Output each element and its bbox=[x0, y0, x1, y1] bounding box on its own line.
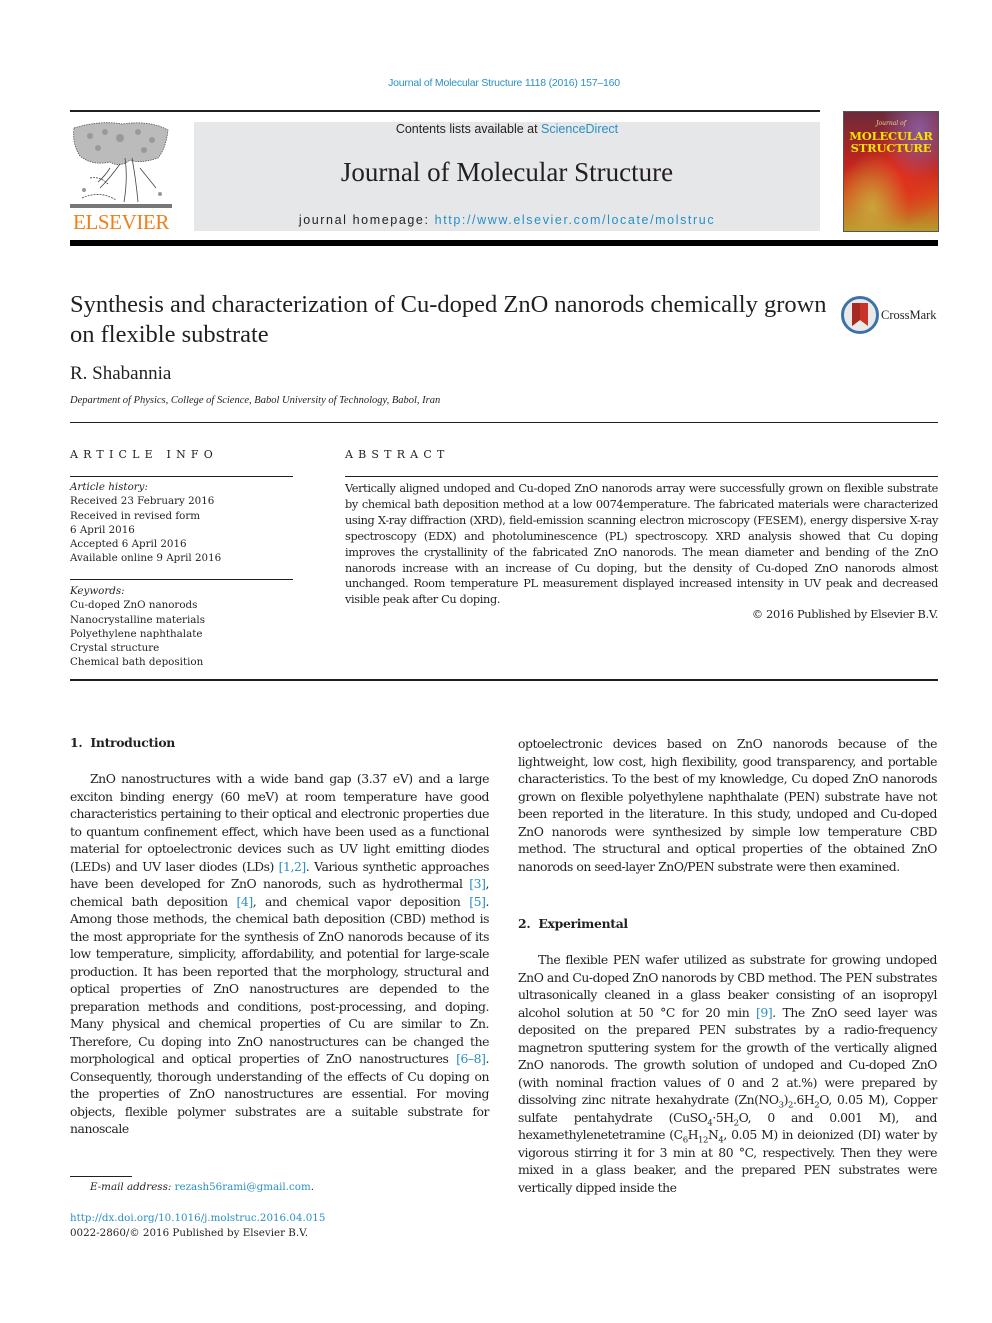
masthead-rule bbox=[70, 240, 938, 246]
footnote-email: E-mail address: rezash56rami@gmail.com. bbox=[90, 1180, 314, 1194]
author-affiliation: Department of Physics, College of Scienc… bbox=[70, 395, 441, 406]
divider bbox=[345, 476, 938, 477]
keyword-item: Cu-doped ZnO nanorods bbox=[70, 599, 198, 612]
contents-prefix: Contents lists available at bbox=[395, 122, 542, 136]
footnote-rule bbox=[70, 1176, 132, 1177]
keyword-item: Nanocrystalline materials bbox=[70, 613, 205, 626]
introduction-paragraph: ZnO nanostructures with a wide band gap … bbox=[70, 770, 489, 1138]
cover-pretitle: Journal of bbox=[876, 120, 906, 127]
section-heading-introduction: 1. Introduction bbox=[70, 735, 176, 750]
citation-link[interactable]: [1,2] bbox=[279, 859, 307, 874]
article-info-heading: ARTICLE INFO bbox=[70, 448, 218, 461]
citation-link[interactable]: [3] bbox=[469, 876, 486, 891]
contents-availability: Contents lists available at ScienceDirec… bbox=[194, 122, 820, 136]
text-run: ·5H bbox=[712, 1109, 734, 1125]
divider bbox=[70, 679, 938, 681]
running-head-citation[interactable]: Journal of Molecular Structure 1118 (201… bbox=[0, 77, 992, 89]
history-item: Available online 9 April 2016 bbox=[70, 552, 222, 565]
homepage-label: journal homepage: bbox=[298, 213, 435, 227]
article-title: Synthesis and characterization of Cu-dop… bbox=[70, 291, 827, 348]
introduction-continuation: optoelectronic devices based on ZnO nano… bbox=[518, 735, 937, 875]
divider bbox=[70, 476, 293, 477]
journal-masthead: Contents lists available at ScienceDirec… bbox=[194, 122, 820, 231]
history-label: Article history: bbox=[70, 481, 148, 493]
text-run: N bbox=[707, 1127, 719, 1142]
text-run: . Among those methods, the chemical bath… bbox=[70, 893, 489, 1067]
text-run: optoelectronic devices based on ZnO nano… bbox=[518, 736, 937, 874]
keyword-item: Crystal structure bbox=[70, 642, 160, 655]
keywords: Keywords: Cu-doped ZnO nanorods Nanocrys… bbox=[70, 584, 205, 670]
email-label: E-mail address: bbox=[90, 1181, 175, 1193]
crossmark-label: CrossMark bbox=[881, 308, 937, 322]
email-link[interactable]: rezash56rami@gmail.com bbox=[175, 1181, 311, 1193]
abstract-heading: ABSTRACT bbox=[345, 448, 450, 461]
author-name: R. Shabannia bbox=[70, 363, 172, 384]
divider bbox=[70, 579, 293, 580]
keywords-label: Keywords: bbox=[70, 585, 125, 597]
journal-cover-image[interactable]: Journal of MOLECULAR STRUCTURE bbox=[843, 111, 939, 232]
keyword-item: Polyethylene naphthalate bbox=[70, 627, 203, 640]
homepage-link[interactable]: http://www.elsevier.com/locate/molstruc bbox=[435, 213, 716, 227]
doi-link[interactable]: http://dx.doi.org/10.1016/j.molstruc.201… bbox=[70, 1211, 325, 1225]
experimental-paragraph: The flexible PEN wafer utilized as subst… bbox=[518, 951, 937, 1196]
abstract-text: Vertically aligned undoped and Cu-doped … bbox=[345, 482, 938, 607]
abstract-copyright: © 2016 Published by Elsevier B.V. bbox=[751, 608, 938, 621]
citation-link[interactable]: [6–8] bbox=[456, 1051, 486, 1066]
crossmark-icon bbox=[841, 296, 879, 334]
citation-link[interactable]: [4] bbox=[237, 894, 254, 909]
crossmark-badge[interactable]: CrossMark bbox=[841, 296, 941, 336]
sciencedirect-link[interactable]: ScienceDirect bbox=[541, 122, 618, 136]
divider bbox=[70, 422, 938, 423]
text-run: , and chemical vapor deposition bbox=[252, 893, 470, 909]
elsevier-tree-icon bbox=[70, 122, 172, 208]
history-item: Received 23 February 2016 bbox=[70, 495, 215, 508]
email-suffix: . bbox=[310, 1181, 314, 1193]
article-history: Article history: Received 23 February 20… bbox=[70, 480, 221, 566]
issn-copyright: 0022-2860/© 2016 Published by Elsevier B… bbox=[70, 1227, 309, 1239]
elsevier-wordmark: ELSEVIER bbox=[73, 210, 169, 234]
cover-title-line2: STRUCTURE bbox=[850, 141, 932, 155]
text-run: H bbox=[687, 1127, 699, 1142]
journal-title[interactable]: Journal of Molecular Structure bbox=[194, 156, 820, 188]
history-item: 6 April 2016 bbox=[70, 523, 135, 536]
section-heading-experimental: 2. Experimental bbox=[518, 916, 628, 931]
history-item: Received in revised form bbox=[70, 509, 201, 522]
keyword-item: Chemical bath deposition bbox=[70, 656, 204, 669]
elsevier-logo[interactable]: ELSEVIER bbox=[70, 118, 172, 236]
journal-homepage: journal homepage: http://www.elsevier.co… bbox=[194, 213, 820, 227]
top-rule bbox=[70, 110, 820, 112]
history-item: Accepted 6 April 2016 bbox=[70, 538, 187, 551]
citation-link[interactable]: [5] bbox=[469, 894, 486, 909]
citation-link[interactable]: [9] bbox=[756, 1005, 773, 1020]
text-run: .6H bbox=[792, 1092, 815, 1107]
